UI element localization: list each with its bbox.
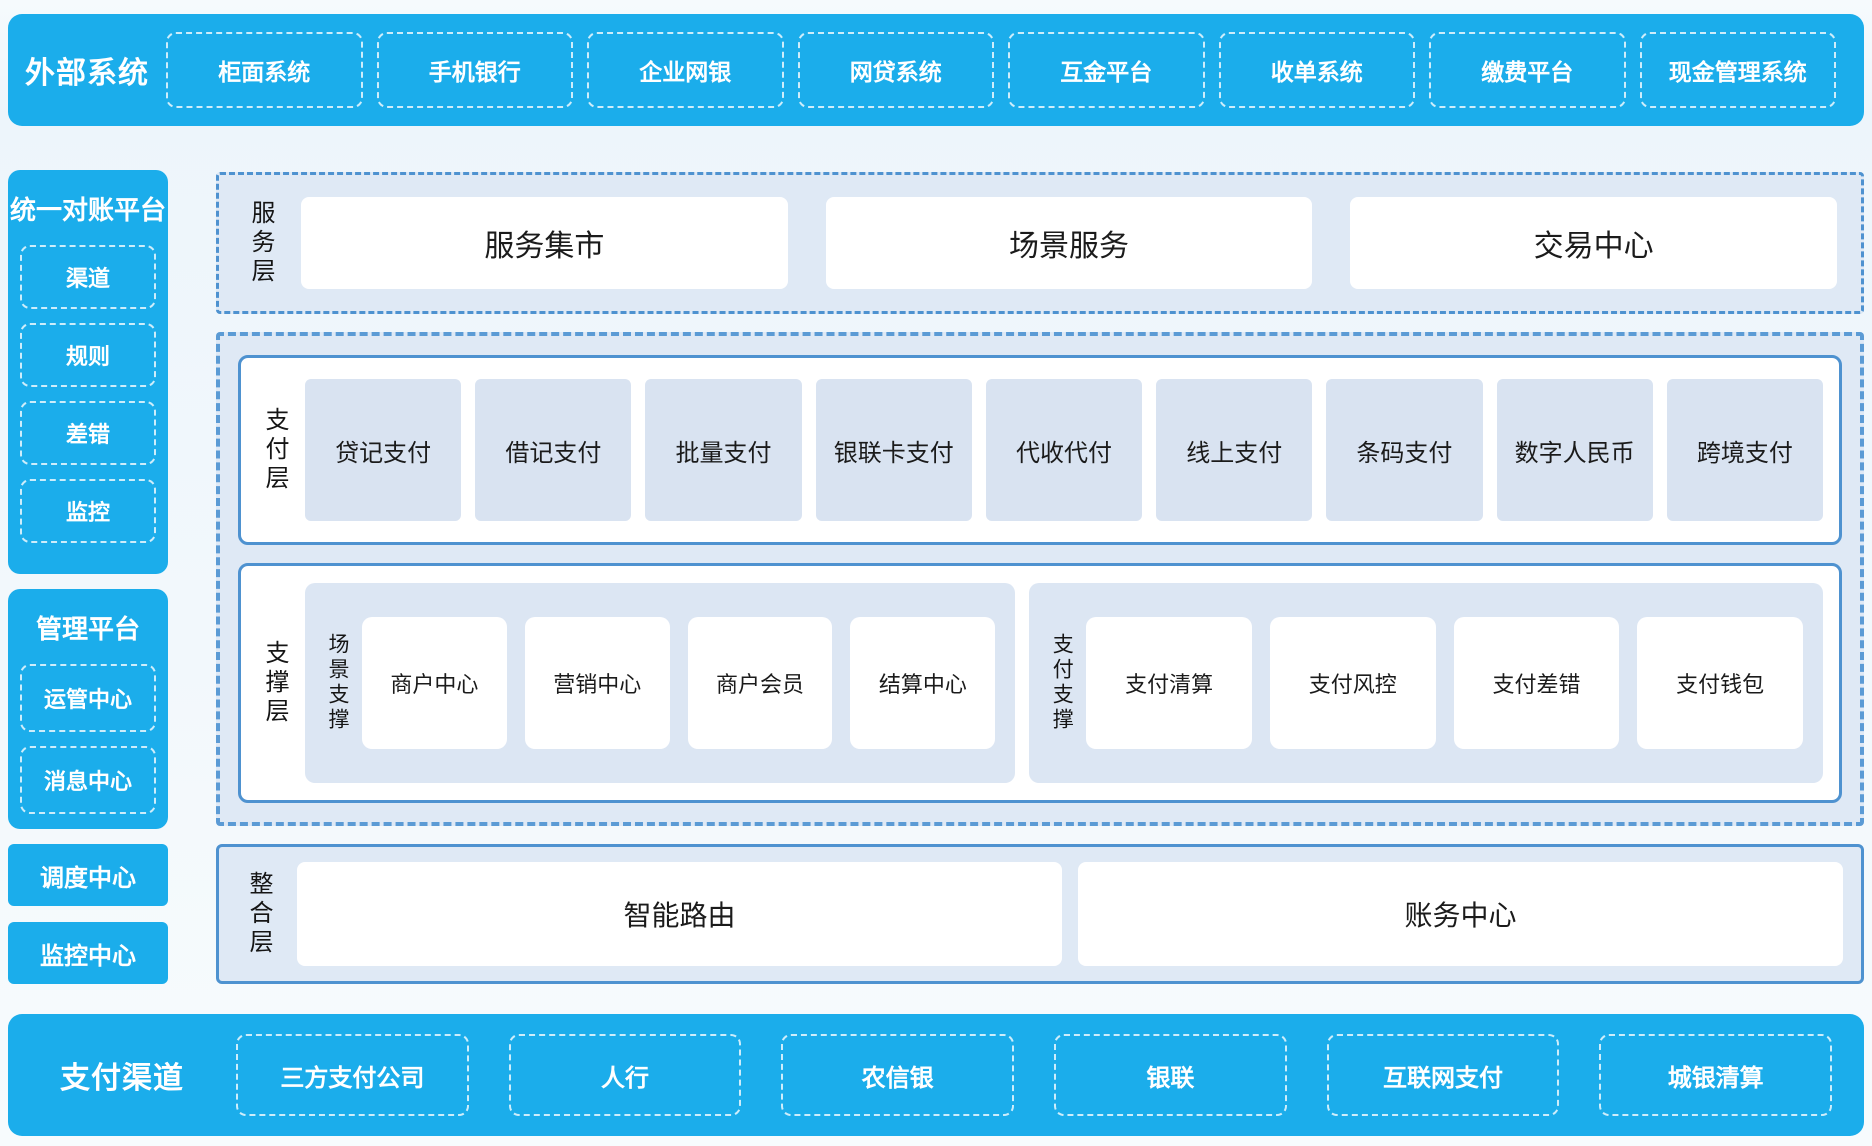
payment-channel-item: 农信银 [781,1034,1014,1116]
left-sidebar: 统一对账平台 渠道 规则 差错 监控 管理平台 运管中心 消息中心 调度中心 监… [8,170,168,984]
external-system-item: 网贷系统 [798,32,995,108]
support-card: 支付钱包 [1637,617,1803,749]
payment-channel-item: 互联网支付 [1327,1034,1560,1116]
payment-channel-item: 银联 [1054,1034,1287,1116]
support-card: 商户会员 [688,617,833,749]
support-card: 支付差错 [1454,617,1620,749]
support-layer-label: 支撑层 [263,640,287,727]
payment-support-label: 支付支撑 [1051,633,1072,733]
external-systems-bar: 外部系统 柜面系统 手机银行 企业网银 网贷系统 互金平台 收单系统 缴费平台 … [8,14,1864,126]
service-card: 场景服务 [826,197,1313,289]
payment-channels-bar: 支付渠道 三方支付公司 人行 农信银 银联 互联网支付 城银清算 [8,1014,1864,1136]
core-layers-container: 支付层 贷记支付 借记支付 批量支付 银联卡支付 代收代付 线上支付 条码支付 … [216,332,1864,826]
payment-channel-item: 人行 [509,1034,742,1116]
service-layer-cards: 服务集市 场景服务 交易中心 [301,197,1837,289]
service-layer: 服务层 服务集市 场景服务 交易中心 [216,172,1864,314]
scene-support-group: 场景支撑 商户中心 营销中心 商户会员 结算中心 [305,583,1015,783]
support-card: 支付清算 [1086,617,1252,749]
payment-card: 贷记支付 [305,379,461,521]
reconciliation-item: 差错 [20,401,156,465]
external-system-item: 缴费平台 [1429,32,1626,108]
payment-support-group: 支付支撑 支付清算 支付风控 支付差错 支付钱包 [1029,583,1823,783]
payment-support-cards: 支付清算 支付风控 支付差错 支付钱包 [1086,617,1803,749]
integration-card: 账务中心 [1078,862,1843,966]
reconciliation-platform-title: 统一对账平台 [8,190,168,227]
support-card: 营销中心 [525,617,670,749]
external-system-item: 互金平台 [1008,32,1205,108]
service-layer-label: 服务层 [249,200,273,287]
payment-channels-title: 支付渠道 [8,1053,236,1097]
payment-channels-items: 三方支付公司 人行 农信银 银联 互联网支付 城银清算 [236,1034,1864,1116]
payment-channel-item: 城银清算 [1599,1034,1832,1116]
payment-layer-cards: 贷记支付 借记支付 批量支付 银联卡支付 代收代付 线上支付 条码支付 数字人民… [305,379,1823,521]
management-item: 运管中心 [20,664,156,732]
payment-card: 借记支付 [475,379,631,521]
main-layers-column: 服务层 服务集市 场景服务 交易中心 支付层 贷记支付 借记支付 批量支付 银联… [216,170,1864,984]
payment-card: 线上支付 [1156,379,1312,521]
reconciliation-platform-block: 统一对账平台 渠道 规则 差错 监控 [8,170,168,574]
service-card: 服务集市 [301,197,788,289]
payment-architecture-diagram: 外部系统 柜面系统 手机银行 企业网银 网贷系统 互金平台 收单系统 缴费平台 … [0,0,1872,1146]
service-card: 交易中心 [1350,197,1837,289]
middle-row: 统一对账平台 渠道 规则 差错 监控 管理平台 运管中心 消息中心 调度中心 监… [8,170,1864,984]
external-systems-items: 柜面系统 手机银行 企业网银 网贷系统 互金平台 收单系统 缴费平台 现金管理系… [166,32,1864,108]
management-platform-title: 管理平台 [8,609,168,646]
payment-card: 条码支付 [1326,379,1482,521]
monitor-center-block: 监控中心 [8,922,168,984]
integration-layer-cards: 智能路由 账务中心 [297,862,1843,966]
payment-layer: 支付层 贷记支付 借记支付 批量支付 银联卡支付 代收代付 线上支付 条码支付 … [238,355,1842,545]
support-card: 结算中心 [850,617,995,749]
support-layer: 支撑层 场景支撑 商户中心 营销中心 商户会员 结算中心 [238,563,1842,803]
management-item: 消息中心 [20,746,156,814]
external-system-item: 收单系统 [1219,32,1416,108]
payment-layer-label: 支付层 [263,407,287,494]
external-system-item: 柜面系统 [166,32,363,108]
integration-layer-label: 整合层 [247,871,271,958]
external-system-item: 企业网银 [587,32,784,108]
support-card: 商户中心 [362,617,507,749]
payment-card: 银联卡支付 [816,379,972,521]
reconciliation-item: 渠道 [20,245,156,309]
reconciliation-item: 监控 [20,479,156,543]
support-layer-groups: 场景支撑 商户中心 营销中心 商户会员 结算中心 支付支撑 支付清算 [305,583,1823,783]
payment-channel-item: 三方支付公司 [236,1034,469,1116]
management-platform-block: 管理平台 运管中心 消息中心 [8,589,168,829]
external-system-item: 手机银行 [377,32,574,108]
reconciliation-item: 规则 [20,323,156,387]
external-system-item: 现金管理系统 [1640,32,1837,108]
dispatch-center-block: 调度中心 [8,844,168,906]
external-systems-title: 外部系统 [8,48,166,92]
support-card: 支付风控 [1270,617,1436,749]
management-platform-items: 运管中心 消息中心 [8,664,168,832]
payment-card: 批量支付 [645,379,801,521]
integration-layer: 整合层 智能路由 账务中心 [216,844,1864,984]
scene-support-label: 场景支撑 [327,633,348,733]
payment-card: 跨境支付 [1667,379,1823,521]
scene-support-cards: 商户中心 营销中心 商户会员 结算中心 [362,617,995,749]
reconciliation-platform-items: 渠道 规则 差错 监控 [8,245,168,561]
payment-card: 代收代付 [986,379,1142,521]
integration-card: 智能路由 [297,862,1062,966]
payment-card: 数字人民币 [1497,379,1653,521]
